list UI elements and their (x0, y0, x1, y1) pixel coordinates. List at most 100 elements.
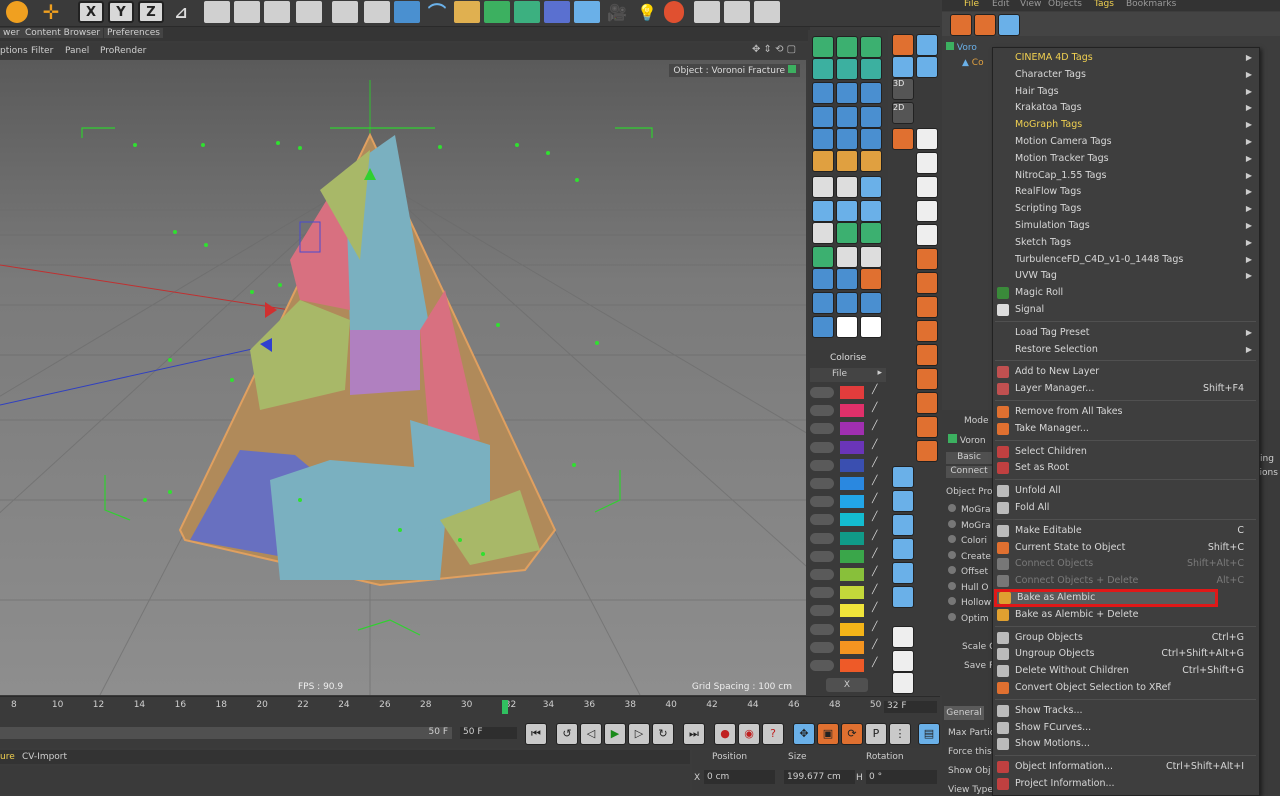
layout-single-icon[interactable] (916, 128, 938, 150)
swatch-toggle[interactable] (810, 459, 834, 471)
cube-green-icon[interactable] (812, 246, 834, 268)
menu-item-object-information[interactable]: Object Information... Ctrl+Shift+Alt+I (993, 759, 1258, 775)
swatch-toggle[interactable] (810, 605, 834, 617)
null-object-icon[interactable] (364, 1, 390, 23)
eyedropper-icon[interactable]: ╱ (872, 458, 877, 468)
view-icon[interactable] (860, 316, 882, 338)
color-swatch-row[interactable]: ╱ (810, 458, 886, 474)
tab-preferences[interactable]: Preferences (104, 28, 163, 38)
sculpt-icon[interactable] (892, 466, 914, 488)
attr-connect-tab[interactable]: Connect (946, 466, 992, 478)
color-swatch-row[interactable]: ╱ (810, 385, 886, 401)
zero-c-icon[interactable] (892, 672, 914, 694)
edges-mode-icon[interactable] (916, 272, 938, 294)
render-picture-viewer-icon[interactable] (234, 1, 260, 23)
menu-item-show-motions[interactable]: Show Motions... (993, 736, 1258, 752)
color-swatch-row[interactable]: ╱ (810, 640, 886, 656)
attr-row[interactable]: MoGra (948, 519, 990, 531)
end-frame-field[interactable]: 50 F (460, 727, 517, 739)
prev-icon[interactable] (916, 320, 938, 342)
swatch-toggle[interactable] (810, 478, 834, 489)
morph-icon[interactable] (860, 82, 882, 104)
menu-options[interactable]: ptions (0, 46, 28, 56)
color-swatch[interactable] (840, 622, 864, 636)
ring-icon[interactable] (892, 562, 914, 584)
f-icon[interactable] (916, 368, 938, 390)
swatch-toggle[interactable] (810, 405, 834, 417)
light-icon[interactable]: 💡 (634, 1, 660, 23)
spline-mask-icon[interactable] (860, 58, 882, 80)
swatch-toggle[interactable] (810, 423, 834, 435)
menu-item-make-editable[interactable]: Make Editable C (993, 523, 1258, 539)
size-x-field[interactable]: 199.677 cm (784, 770, 855, 784)
globe-icon[interactable] (892, 586, 914, 608)
matrix-icon[interactable] (860, 36, 882, 58)
x-axis-button[interactable]: X (78, 1, 104, 23)
attractor-icon[interactable] (836, 292, 858, 314)
render-queue-icon[interactable] (296, 1, 322, 23)
prev-frame-button[interactable]: ◁ (580, 723, 602, 745)
eyedropper-icon[interactable]: ╱ (872, 440, 877, 450)
menu-item-show-fcurves[interactable]: Show FCurves... (993, 720, 1258, 736)
om-item-voronoi[interactable]: Voro (946, 42, 977, 53)
om-menu-objects[interactable]: Objects (1048, 0, 1082, 9)
render-view-icon[interactable] (204, 1, 230, 23)
menu-item-nitrocap-1-55-tags[interactable]: NitroCap_1.55 Tags ▶ (993, 168, 1258, 184)
reel-icon[interactable] (836, 176, 858, 198)
color-swatch-row[interactable]: ╱ (810, 622, 886, 638)
menu-item-layer-manager[interactable]: Layer Manager... Shift+F4 (993, 381, 1258, 397)
square-icon[interactable] (836, 128, 858, 150)
cloner-icon[interactable] (836, 36, 858, 58)
om-menu-bookmarks[interactable]: Bookmarks (1126, 0, 1176, 9)
instance-icon[interactable] (812, 106, 834, 128)
effector-icon[interactable] (836, 106, 858, 128)
drop-icon[interactable] (892, 538, 914, 560)
coordinate-system-icon[interactable]: ⊿ (168, 1, 194, 23)
attr-mode-tab[interactable]: Mode (964, 416, 989, 426)
brush-icon[interactable] (836, 150, 858, 172)
material-icon[interactable] (664, 1, 684, 23)
menu-panel[interactable]: Panel (65, 46, 89, 56)
menu-item-select-children[interactable]: Select Children (993, 444, 1258, 460)
object-icon[interactable] (998, 14, 1020, 36)
menu-item-hair-tags[interactable]: Hair Tags ▶ (993, 84, 1258, 100)
color-swatch[interactable] (840, 531, 864, 545)
playhead[interactable] (502, 700, 508, 714)
attr-row[interactable]: MoGra (948, 504, 990, 515)
polygons-mode-icon[interactable] (916, 296, 938, 318)
nurbs-icon[interactable] (454, 1, 480, 23)
menu-item-krakatoa-tags[interactable]: Krakatoa Tags ▶ (993, 100, 1258, 116)
bulb-icon[interactable] (812, 222, 834, 244)
menu-item-take-manager[interactable]: Take Manager... (993, 421, 1258, 437)
menu-item-restore-selection[interactable]: Restore Selection ▶ (993, 342, 1258, 358)
eyedropper-icon[interactable]: ╱ (872, 494, 877, 504)
hex-icon[interactable] (812, 128, 834, 150)
menu-item-bake-as-alembic-delete[interactable]: Bake as Alembic + Delete (993, 607, 1258, 623)
menu-item-motion-camera-tags[interactable]: Motion Camera Tags ▶ (993, 134, 1258, 150)
swatch-toggle[interactable] (810, 514, 834, 526)
xpresso-icon[interactable] (694, 1, 720, 23)
swatch-toggle[interactable] (810, 550, 834, 562)
radio-icon[interactable] (948, 581, 956, 590)
circle-icon[interactable] (860, 128, 882, 150)
color-swatch[interactable] (840, 477, 864, 490)
background-icon[interactable] (860, 200, 882, 222)
eyedropper-icon[interactable]: ╱ (872, 640, 877, 650)
menu-item-ungroup-objects[interactable]: Ungroup Objects Ctrl+Shift+Alt+G (993, 646, 1258, 662)
go-to-end-button[interactable]: ⏭ (683, 723, 705, 745)
menu-item-set-as-root[interactable]: Set as Root (993, 460, 1258, 476)
eyedropper-icon[interactable]: ╱ (872, 512, 877, 522)
menu-item-motion-tracker-tags[interactable]: Motion Tracker Tags ▶ (993, 151, 1258, 167)
field-icon[interactable] (544, 1, 570, 23)
script-icon[interactable] (754, 1, 780, 23)
color-swatch-row[interactable]: ╱ (810, 440, 886, 456)
attr-general-tab[interactable]: General (944, 706, 984, 720)
color-swatch[interactable] (840, 386, 864, 399)
voronoi-fracture-icon[interactable] (812, 82, 834, 104)
go-to-start-button[interactable]: ⏮ (525, 723, 547, 745)
color-swatch[interactable] (840, 549, 864, 563)
play-button[interactable]: ▶ (604, 723, 626, 745)
next-icon[interactable] (916, 344, 938, 366)
prev-key-button[interactable]: ↺ (556, 723, 578, 745)
snap-icon[interactable] (892, 56, 914, 78)
